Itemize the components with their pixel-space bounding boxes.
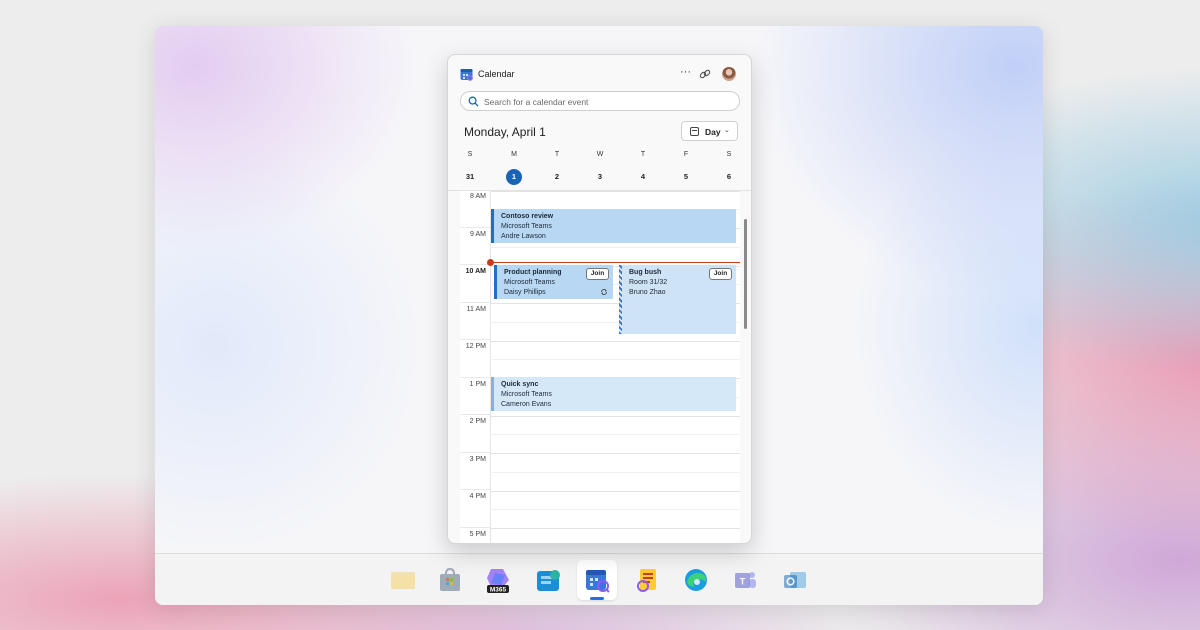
notes-icon[interactable] (632, 564, 664, 596)
half-hour-line (490, 359, 740, 360)
hour-label: 12 PM (465, 343, 486, 350)
day-of-week: T (640, 151, 646, 158)
active-app-indicator (590, 597, 604, 600)
teams-icon[interactable]: T (729, 564, 761, 596)
date-title: Monday, April 1 (464, 125, 546, 139)
gutter-line (460, 264, 490, 265)
hour-line (490, 341, 740, 342)
event-organizer: Cameron Evans (501, 400, 552, 408)
calendar-window: Calendar ··· Monday, April 1 Day ⌄ S 3 1 … (447, 54, 752, 544)
half-hour-line (490, 472, 740, 473)
hour-line (490, 416, 740, 417)
outlook-icon[interactable] (779, 564, 811, 596)
half-hour-line (490, 247, 740, 248)
day-of-week: S (726, 151, 732, 158)
svg-text:T: T (740, 577, 746, 587)
app-title: Calendar (478, 69, 515, 79)
event-location: Microsoft Teams (501, 390, 552, 398)
title-bar: Calendar ··· (448, 55, 751, 91)
calendar-icon[interactable] (577, 560, 617, 600)
view-selector-button[interactable]: Day ⌄ (681, 121, 738, 141)
event-contoso-review[interactable]: Contoso review Microsoft Teams Andre Law… (491, 209, 736, 243)
edge-icon[interactable] (680, 564, 712, 596)
hour-label: 8 AM (470, 193, 486, 200)
hour-label: 5 PM (469, 531, 486, 538)
gutter-line (460, 489, 490, 490)
event-product-planning[interactable]: Product planning Microsoft Teams Daisy P… (494, 265, 613, 299)
join-button[interactable]: Join (709, 268, 732, 280)
week-day-tuesday[interactable]: T 2 (545, 151, 569, 185)
hour-label: 3 PM (469, 456, 486, 463)
day-of-week: F (683, 151, 689, 158)
gutter-line (460, 339, 490, 340)
event-title: Contoso review (501, 213, 554, 220)
current-time-dot (487, 259, 494, 266)
week-day-monday[interactable]: M 1 (502, 151, 526, 185)
gutter-line (460, 227, 490, 228)
week-day-wednesday[interactable]: W 3 (588, 151, 612, 185)
gutter-line (460, 377, 490, 378)
view-label: Day (705, 127, 721, 137)
more-icon[interactable]: ··· (680, 66, 691, 78)
day-view-icon (690, 127, 699, 136)
day-timeline[interactable]: 8 AM 9 AM 10 AM 11 AM 12 PM 1 PM 2 PM 3 … (460, 191, 740, 543)
day-of-week: S (467, 151, 473, 158)
event-organizer: Bruno Zhao (629, 288, 666, 296)
event-organizer: Daisy Phillips (504, 288, 546, 296)
day-number: 6 (726, 172, 732, 181)
tentative-marker (619, 265, 622, 334)
m365-icon[interactable]: M365 (482, 564, 514, 596)
day-of-week: M (511, 151, 517, 158)
join-button[interactable]: Join (586, 268, 609, 280)
hour-label: 2 PM (469, 418, 486, 425)
avatar[interactable] (722, 67, 736, 81)
file-explorer-icon[interactable] (387, 564, 419, 596)
day-number: 3 (597, 172, 603, 181)
search-icon (468, 96, 479, 107)
hour-label: 4 PM (469, 493, 486, 500)
event-quick-sync[interactable]: Quick sync Microsoft Teams Cameron Evans (491, 377, 736, 411)
hour-line (490, 453, 740, 454)
selected-day-number: 1 (506, 169, 522, 185)
day-number: 5 (683, 172, 689, 181)
gutter-line (460, 302, 490, 303)
half-hour-line (490, 509, 740, 510)
gutter-line (460, 527, 490, 528)
people-icon[interactable] (533, 564, 565, 596)
event-title: Quick sync (501, 381, 539, 388)
gutter-line (460, 414, 490, 415)
hour-line (490, 491, 740, 492)
hour-label: 1 PM (469, 381, 486, 388)
hour-label: 9 AM (470, 231, 486, 238)
hour-line (490, 191, 740, 192)
event-bug-bush[interactable]: Bug bush Room 31/32 Bruno Zhao Join (619, 265, 736, 334)
week-day-saturday[interactable]: S 6 (717, 151, 741, 185)
current-time-line (492, 262, 740, 263)
day-number: 4 (640, 172, 646, 181)
m365-label: M365 (490, 587, 507, 594)
gutter-line (460, 452, 490, 453)
search-box[interactable] (460, 91, 740, 111)
day-of-week: W (596, 151, 604, 158)
scrollbar[interactable] (744, 219, 747, 329)
hour-label: 11 AM (466, 306, 486, 313)
day-of-week: T (554, 151, 560, 158)
calendar-app-icon (460, 69, 473, 81)
store-icon[interactable] (434, 564, 466, 596)
week-day-thursday[interactable]: T 4 (631, 151, 655, 185)
event-organizer: Andre Lawson (501, 232, 546, 240)
week-day-sunday[interactable]: S 31 (458, 151, 482, 185)
search-input[interactable] (484, 94, 734, 109)
link-icon[interactable] (699, 68, 711, 80)
half-hour-line (490, 434, 740, 435)
hour-line (490, 528, 740, 529)
hour-label: 10 AM (465, 268, 486, 275)
week-day-friday[interactable]: F 5 (674, 151, 698, 185)
event-location: Microsoft Teams (501, 222, 552, 230)
day-number: 31 (465, 172, 475, 181)
recurring-icon (601, 289, 607, 295)
day-number: 2 (554, 172, 560, 181)
chevron-down-icon: ⌄ (724, 127, 730, 134)
taskbar: M365 T (155, 553, 1043, 605)
